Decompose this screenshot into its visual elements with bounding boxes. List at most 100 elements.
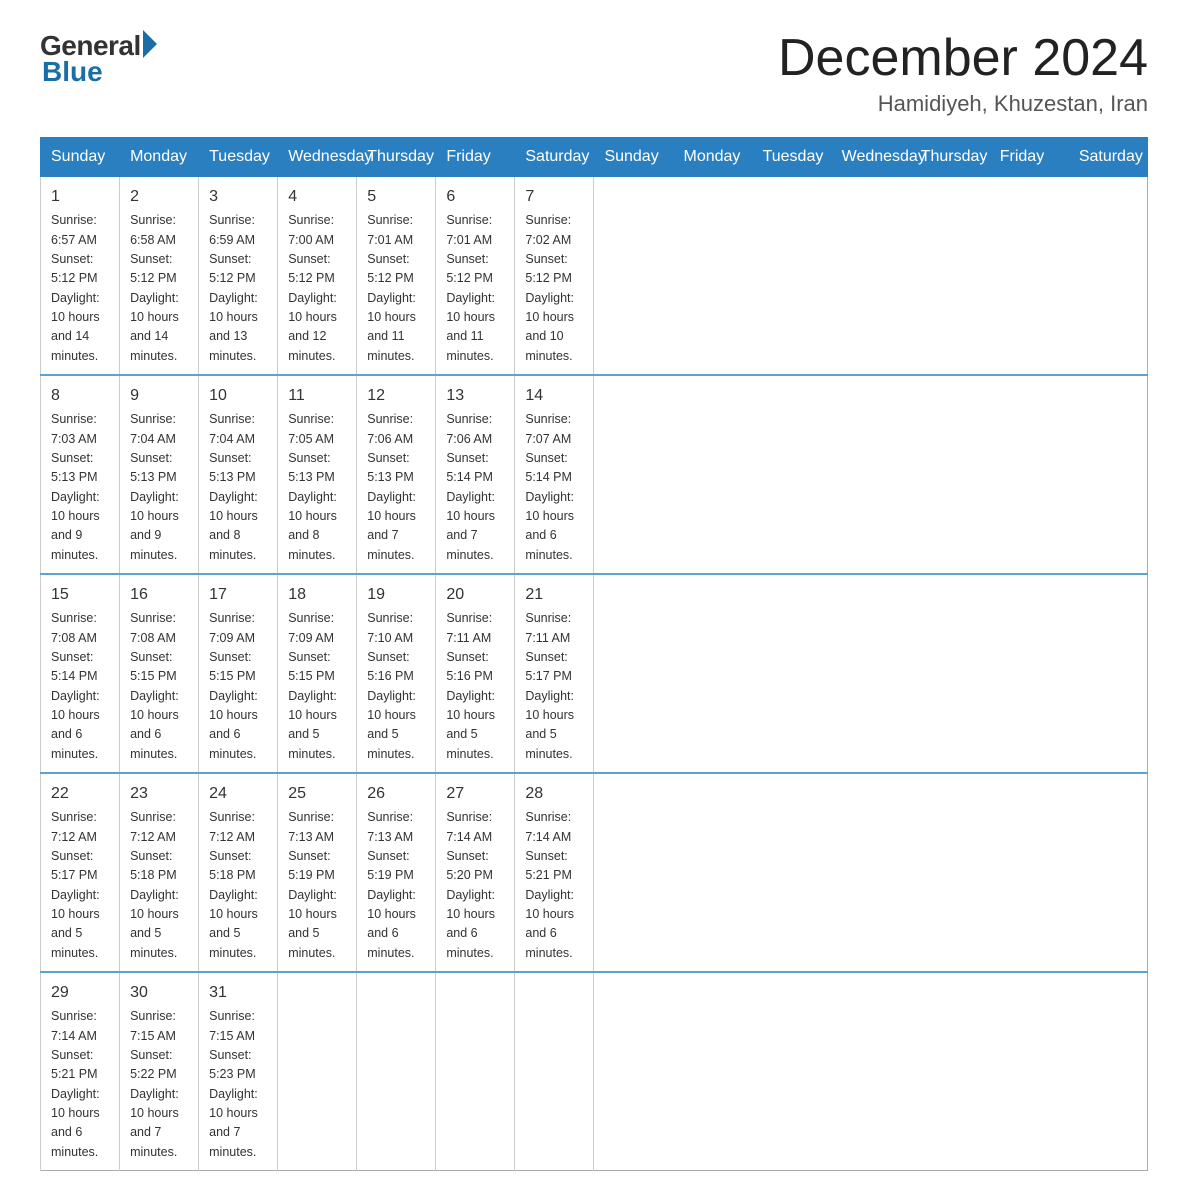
calendar-cell: 3Sunrise: 6:59 AMSunset: 5:12 PMDaylight… (199, 177, 278, 376)
page-header: General Blue December 2024 Hamidiyeh, Kh… (40, 30, 1148, 117)
day-number: 26 (367, 782, 425, 806)
calendar-cell: 5Sunrise: 7:01 AMSunset: 5:12 PMDaylight… (357, 177, 436, 376)
day-number: 1 (51, 185, 109, 209)
day-number: 3 (209, 185, 267, 209)
day-number: 2 (130, 185, 188, 209)
day-number: 5 (367, 185, 425, 209)
calendar-cell: 14Sunrise: 7:07 AMSunset: 5:14 PMDayligh… (515, 375, 594, 574)
day-number: 18 (288, 583, 346, 607)
day-info: Sunrise: 7:00 AMSunset: 5:12 PMDaylight:… (288, 211, 346, 366)
calendar-cell: 31Sunrise: 7:15 AMSunset: 5:23 PMDayligh… (199, 972, 278, 1171)
day-info: Sunrise: 7:03 AMSunset: 5:13 PMDaylight:… (51, 410, 109, 565)
day-info: Sunrise: 7:08 AMSunset: 5:15 PMDaylight:… (130, 609, 188, 764)
day-number: 6 (446, 185, 504, 209)
col-header-thursday: Thursday (910, 138, 989, 177)
day-info: Sunrise: 7:12 AMSunset: 5:18 PMDaylight:… (130, 808, 188, 963)
day-info: Sunrise: 7:11 AMSunset: 5:16 PMDaylight:… (446, 609, 504, 764)
day-number: 22 (51, 782, 109, 806)
calendar-cell (515, 972, 594, 1171)
calendar-cell: 22Sunrise: 7:12 AMSunset: 5:17 PMDayligh… (41, 773, 120, 972)
day-info: Sunrise: 7:06 AMSunset: 5:13 PMDaylight:… (367, 410, 425, 565)
day-number: 31 (209, 981, 267, 1005)
day-info: Sunrise: 7:12 AMSunset: 5:18 PMDaylight:… (209, 808, 267, 963)
day-info: Sunrise: 7:07 AMSunset: 5:14 PMDaylight:… (525, 410, 583, 565)
day-number: 8 (51, 384, 109, 408)
header-monday: Monday (120, 138, 199, 177)
calendar-cell: 15Sunrise: 7:08 AMSunset: 5:14 PMDayligh… (41, 574, 120, 773)
day-number: 17 (209, 583, 267, 607)
logo: General Blue (40, 30, 157, 88)
calendar-cell: 6Sunrise: 7:01 AMSunset: 5:12 PMDaylight… (436, 177, 515, 376)
calendar-cell: 13Sunrise: 7:06 AMSunset: 5:14 PMDayligh… (436, 375, 515, 574)
day-info: Sunrise: 7:05 AMSunset: 5:13 PMDaylight:… (288, 410, 346, 565)
col-header-monday: Monday (673, 138, 752, 177)
calendar-cell: 18Sunrise: 7:09 AMSunset: 5:15 PMDayligh… (278, 574, 357, 773)
day-number: 14 (525, 384, 583, 408)
calendar-cell: 29Sunrise: 7:14 AMSunset: 5:21 PMDayligh… (41, 972, 120, 1171)
day-info: Sunrise: 7:04 AMSunset: 5:13 PMDaylight:… (209, 410, 267, 565)
calendar-cell: 10Sunrise: 7:04 AMSunset: 5:13 PMDayligh… (199, 375, 278, 574)
calendar-cell: 25Sunrise: 7:13 AMSunset: 5:19 PMDayligh… (278, 773, 357, 972)
day-info: Sunrise: 7:10 AMSunset: 5:16 PMDaylight:… (367, 609, 425, 764)
day-info: Sunrise: 7:02 AMSunset: 5:12 PMDaylight:… (525, 211, 583, 366)
day-number: 29 (51, 981, 109, 1005)
calendar-cell: 30Sunrise: 7:15 AMSunset: 5:22 PMDayligh… (120, 972, 199, 1171)
day-number: 20 (446, 583, 504, 607)
day-number: 11 (288, 384, 346, 408)
day-info: Sunrise: 7:15 AMSunset: 5:23 PMDaylight:… (209, 1007, 267, 1162)
week-row-3: 15Sunrise: 7:08 AMSunset: 5:14 PMDayligh… (41, 574, 1148, 773)
calendar-cell (357, 972, 436, 1171)
col-header-friday: Friday (989, 138, 1068, 177)
day-info: Sunrise: 6:58 AMSunset: 5:12 PMDaylight:… (130, 211, 188, 366)
calendar-cell: 12Sunrise: 7:06 AMSunset: 5:13 PMDayligh… (357, 375, 436, 574)
day-info: Sunrise: 7:09 AMSunset: 5:15 PMDaylight:… (209, 609, 267, 764)
calendar-cell: 7Sunrise: 7:02 AMSunset: 5:12 PMDaylight… (515, 177, 594, 376)
day-info: Sunrise: 7:13 AMSunset: 5:19 PMDaylight:… (288, 808, 346, 963)
day-info: Sunrise: 7:09 AMSunset: 5:15 PMDaylight:… (288, 609, 346, 764)
day-info: Sunrise: 7:15 AMSunset: 5:22 PMDaylight:… (130, 1007, 188, 1162)
day-number: 21 (525, 583, 583, 607)
calendar-cell: 24Sunrise: 7:12 AMSunset: 5:18 PMDayligh… (199, 773, 278, 972)
day-number: 24 (209, 782, 267, 806)
calendar-cell: 9Sunrise: 7:04 AMSunset: 5:13 PMDaylight… (120, 375, 199, 574)
header-tuesday: Tuesday (199, 138, 278, 177)
calendar-cell: 27Sunrise: 7:14 AMSunset: 5:20 PMDayligh… (436, 773, 515, 972)
header-friday: Friday (436, 138, 515, 177)
day-number: 4 (288, 185, 346, 209)
day-number: 25 (288, 782, 346, 806)
day-info: Sunrise: 7:01 AMSunset: 5:12 PMDaylight:… (367, 211, 425, 366)
day-number: 9 (130, 384, 188, 408)
calendar-cell: 23Sunrise: 7:12 AMSunset: 5:18 PMDayligh… (120, 773, 199, 972)
day-number: 15 (51, 583, 109, 607)
day-number: 10 (209, 384, 267, 408)
logo-blue-text: Blue (42, 56, 103, 88)
day-info: Sunrise: 7:06 AMSunset: 5:14 PMDaylight:… (446, 410, 504, 565)
day-info: Sunrise: 6:59 AMSunset: 5:12 PMDaylight:… (209, 211, 267, 366)
day-number: 23 (130, 782, 188, 806)
calendar-cell: 4Sunrise: 7:00 AMSunset: 5:12 PMDaylight… (278, 177, 357, 376)
week-row-2: 8Sunrise: 7:03 AMSunset: 5:13 PMDaylight… (41, 375, 1148, 574)
header-saturday: Saturday (515, 138, 594, 177)
week-row-1: 1Sunrise: 6:57 AMSunset: 5:12 PMDaylight… (41, 177, 1148, 376)
day-info: Sunrise: 7:14 AMSunset: 5:21 PMDaylight:… (51, 1007, 109, 1162)
calendar-cell: 19Sunrise: 7:10 AMSunset: 5:16 PMDayligh… (357, 574, 436, 773)
calendar-cell: 2Sunrise: 6:58 AMSunset: 5:12 PMDaylight… (120, 177, 199, 376)
month-title: December 2024 (778, 30, 1148, 87)
calendar-header-row: SundayMondayTuesdayWednesdayThursdayFrid… (41, 138, 1148, 177)
logo-arrow-icon (143, 30, 157, 58)
day-info: Sunrise: 6:57 AMSunset: 5:12 PMDaylight:… (51, 211, 109, 366)
location-title: Hamidiyeh, Khuzestan, Iran (778, 91, 1148, 117)
day-info: Sunrise: 7:14 AMSunset: 5:20 PMDaylight:… (446, 808, 504, 963)
day-number: 30 (130, 981, 188, 1005)
day-info: Sunrise: 7:12 AMSunset: 5:17 PMDaylight:… (51, 808, 109, 963)
calendar-cell: 28Sunrise: 7:14 AMSunset: 5:21 PMDayligh… (515, 773, 594, 972)
calendar-cell: 20Sunrise: 7:11 AMSunset: 5:16 PMDayligh… (436, 574, 515, 773)
day-info: Sunrise: 7:11 AMSunset: 5:17 PMDaylight:… (525, 609, 583, 764)
day-number: 19 (367, 583, 425, 607)
header-wednesday: Wednesday (278, 138, 357, 177)
col-header-wednesday: Wednesday (831, 138, 910, 177)
week-row-5: 29Sunrise: 7:14 AMSunset: 5:21 PMDayligh… (41, 972, 1148, 1171)
calendar-cell: 8Sunrise: 7:03 AMSunset: 5:13 PMDaylight… (41, 375, 120, 574)
calendar-cell: 16Sunrise: 7:08 AMSunset: 5:15 PMDayligh… (120, 574, 199, 773)
calendar-cell: 1Sunrise: 6:57 AMSunset: 5:12 PMDaylight… (41, 177, 120, 376)
